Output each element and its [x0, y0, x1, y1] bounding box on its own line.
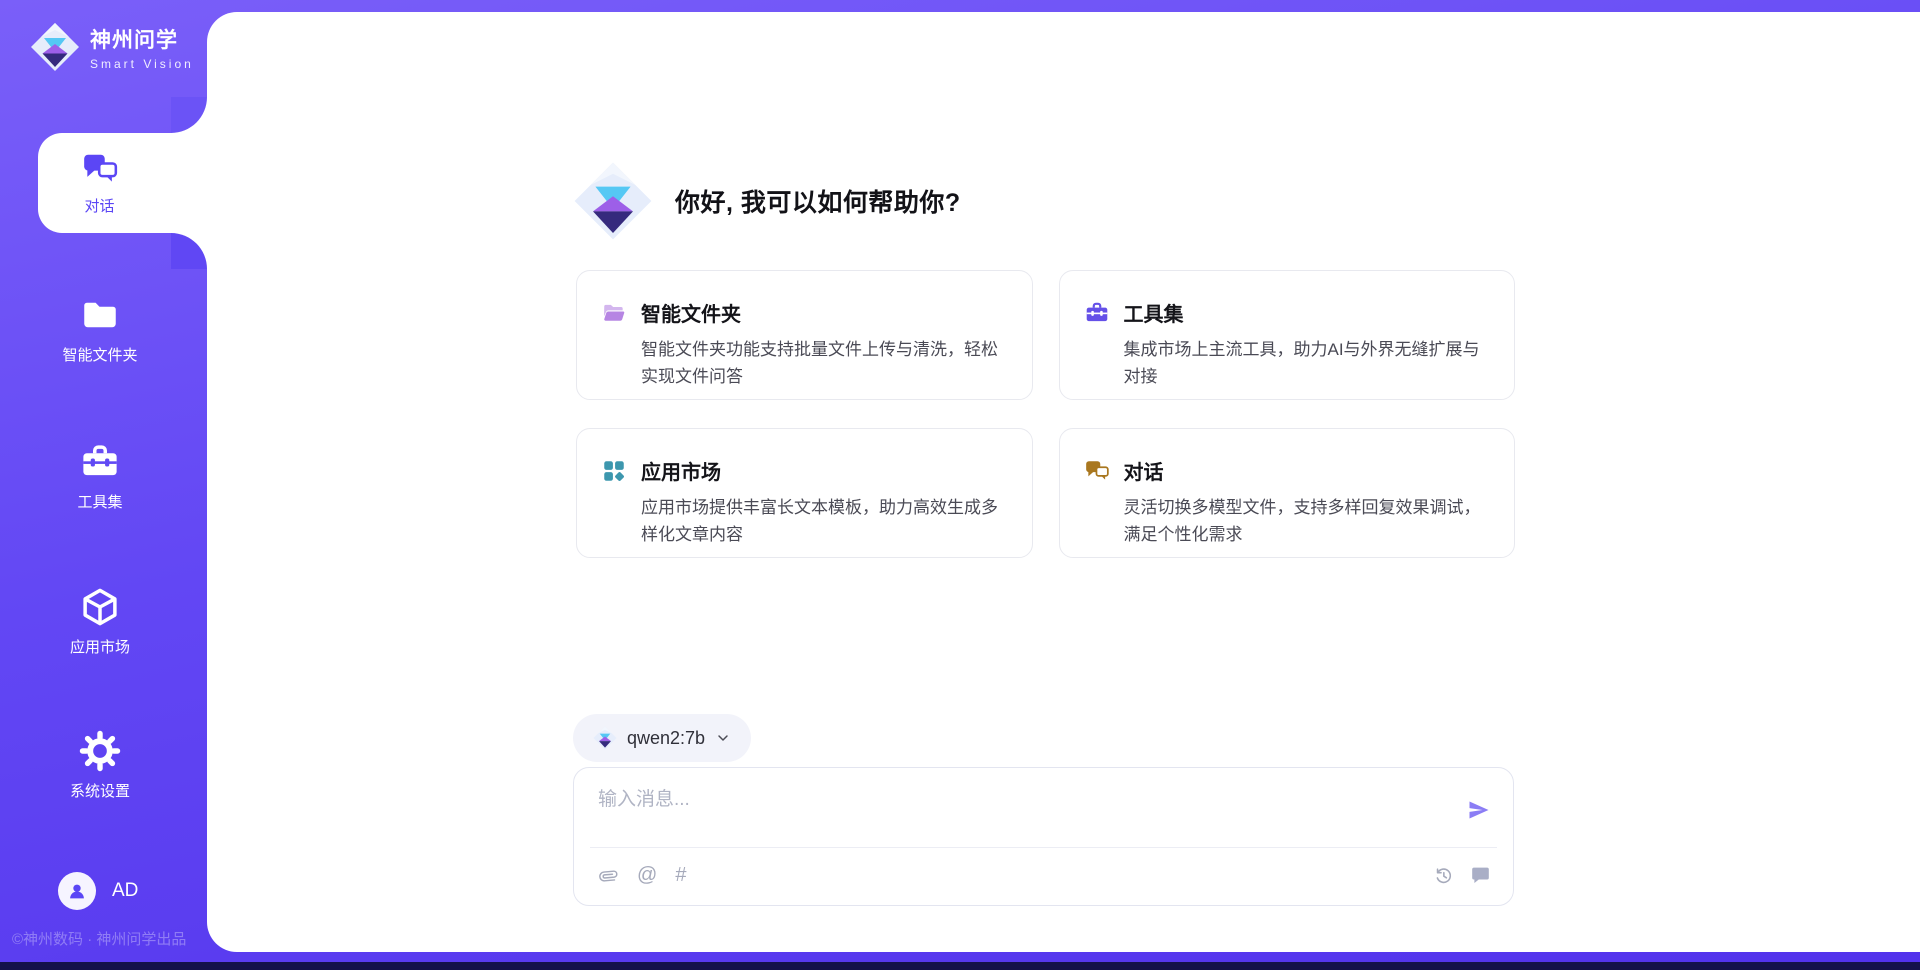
- mention-button[interactable]: @: [637, 865, 657, 886]
- brand-gem-icon: [30, 22, 80, 72]
- chat-icon: [81, 150, 119, 188]
- avatar: [58, 872, 96, 910]
- topic-button[interactable]: #: [675, 865, 686, 886]
- composer-divider: [590, 847, 1497, 848]
- card-description: 集成市场上主流工具，助力AI与外界无缝扩展与对接: [1124, 336, 1491, 390]
- message-input[interactable]: [598, 784, 1449, 842]
- folder-icon: [79, 294, 121, 336]
- hash-icon: #: [675, 864, 686, 886]
- tab-curve-bottom: [171, 233, 207, 269]
- brand-name-en: Smart Vision: [90, 57, 194, 71]
- feature-cards: 智能文件夹 智能文件夹功能支持批量文件上传与清洗，轻松实现文件问答 工具集 集成…: [576, 270, 1515, 558]
- send-icon: [1467, 798, 1491, 822]
- card-toolset[interactable]: 工具集 集成市场上主流工具，助力AI与外界无缝扩展与对接: [1059, 270, 1516, 400]
- folder-open-icon: [601, 300, 627, 326]
- gear-icon: [79, 730, 121, 772]
- briefcase-icon: [1084, 300, 1110, 326]
- user-name: AD: [112, 880, 138, 902]
- card-title: 工具集: [1124, 298, 1184, 327]
- sidebar-item-app-market[interactable]: 应用市场: [0, 586, 200, 657]
- sidebar-item-toolset[interactable]: 工具集: [0, 441, 200, 512]
- model-selector[interactable]: qwen2:7b: [573, 714, 751, 762]
- card-title: 智能文件夹: [641, 298, 741, 327]
- model-gem-icon: [593, 725, 617, 751]
- brand-logo: 神州问学 Smart Vision: [30, 22, 194, 72]
- chat-icon: [1084, 458, 1110, 484]
- composer-toolbar: @ #: [598, 858, 1491, 892]
- sidebar-item-smart-folder[interactable]: 智能文件夹: [0, 294, 200, 365]
- sidebar-item-label: 应用市场: [70, 636, 130, 657]
- briefcase-icon: [79, 441, 121, 483]
- card-chat[interactable]: 对话 灵活切换多模型文件，支持多样回复效果调试，满足个性化需求: [1059, 428, 1516, 558]
- chat-filled-icon: [1470, 865, 1491, 886]
- history-button[interactable]: [1433, 865, 1454, 886]
- user-profile[interactable]: AD: [58, 872, 138, 910]
- card-title: 对话: [1124, 456, 1164, 485]
- sidebar-item-label: 工具集: [77, 491, 122, 512]
- sidebar: 神州问学 Smart Vision 对话 智能文件夹 工具集: [0, 0, 207, 952]
- window-bottom-edge: [0, 962, 1920, 970]
- sidebar-item-label: 智能文件夹: [62, 344, 137, 365]
- card-title: 应用市场: [641, 456, 721, 485]
- main-content: 你好, 我可以如何帮助你? 智能文件夹 智能文件夹功能支持批量文件上传与清洗，轻…: [207, 12, 1920, 952]
- attach-file-button[interactable]: [598, 865, 619, 886]
- message-composer: @ #: [573, 767, 1514, 906]
- chevron-down-icon: [715, 730, 731, 746]
- card-app-market[interactable]: 应用市场 应用市场提供丰富长文本模板，助力高效生成多样化文章内容: [576, 428, 1033, 558]
- card-smart-folder[interactable]: 智能文件夹 智能文件夹功能支持批量文件上传与清洗，轻松实现文件问答: [576, 270, 1033, 400]
- greeting: 你好, 我可以如何帮助你?: [573, 160, 961, 242]
- sidebar-item-chat[interactable]: 对话: [38, 133, 207, 233]
- assistant-gem-icon: [573, 160, 653, 242]
- sidebar-item-label: 系统设置: [70, 780, 130, 801]
- paperclip-icon: [594, 860, 624, 890]
- apps-grid-icon: [601, 458, 627, 484]
- sidebar-item-settings[interactable]: 系统设置: [0, 730, 200, 801]
- tab-curve-top: [171, 97, 207, 133]
- greeting-text: 你好, 我可以如何帮助你?: [675, 183, 961, 219]
- new-chat-button[interactable]: [1470, 865, 1491, 886]
- brand-name-cn: 神州问学: [90, 24, 194, 54]
- model-name: qwen2:7b: [627, 728, 705, 749]
- person-icon: [66, 880, 88, 902]
- send-button[interactable]: [1467, 798, 1491, 822]
- cube-icon: [79, 586, 121, 628]
- at-icon: @: [637, 864, 657, 886]
- card-description: 灵活切换多模型文件，支持多样回复效果调试，满足个性化需求: [1124, 494, 1491, 548]
- sidebar-item-label: 对话: [84, 195, 114, 216]
- history-icon: [1433, 865, 1454, 886]
- copyright: ©神州数码 · 神州问学出品: [12, 928, 186, 949]
- card-description: 智能文件夹功能支持批量文件上传与清洗，轻松实现文件问答: [641, 336, 1008, 390]
- card-description: 应用市场提供丰富长文本模板，助力高效生成多样化文章内容: [641, 494, 1008, 548]
